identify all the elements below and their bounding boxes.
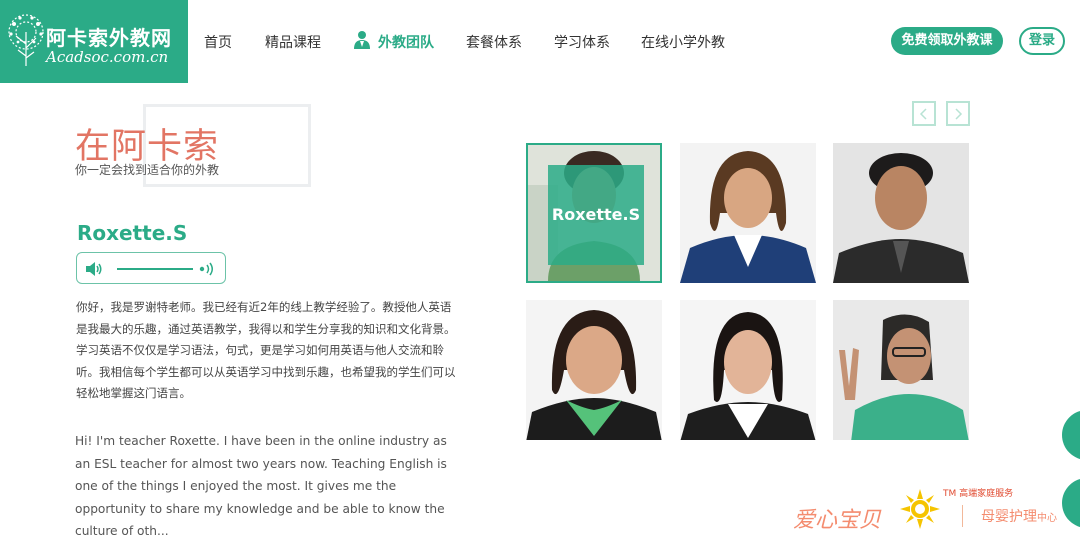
- gallery-prev-button[interactable]: [912, 101, 936, 126]
- watermark-tagline: TM 高端家庭服务: [943, 489, 1014, 499]
- nav-item-teachers[interactable]: 外教团队: [378, 32, 434, 52]
- teacher-bio-chinese: 你好，我是罗谢特老师。我已经有近2年的线上教学经验了。教授他人英语是我最大的乐趣…: [76, 300, 456, 400]
- watermark-divider: [962, 505, 963, 527]
- speaker-icon[interactable]: [85, 261, 103, 277]
- chevron-left-icon: [919, 108, 927, 120]
- page-subtitle: 你一定会找到适合你的外教: [75, 163, 220, 177]
- brand-name: 阿卡索外教网: [46, 26, 172, 50]
- teacher-photo-roxette[interactable]: Roxette.S: [526, 143, 662, 283]
- nav-item-courses[interactable]: 精品课程: [265, 32, 321, 52]
- nav-item-learning-system[interactable]: 学习体系: [554, 32, 610, 52]
- teacher-portrait: [833, 300, 969, 440]
- nav-item-primary-school[interactable]: 在线小学外教: [641, 32, 725, 52]
- watermark-service: 母婴护理中心: [981, 506, 1057, 526]
- teacher-bio-english: Hi! I'm teacher Roxette. I have been in …: [75, 434, 447, 537]
- side-float-button[interactable]: [1062, 410, 1080, 460]
- nav-item-packages[interactable]: 套餐体系: [466, 32, 522, 52]
- nav-item-home[interactable]: 首页: [204, 32, 232, 52]
- teacher-name: Roxette.S: [77, 221, 188, 245]
- brand-domain: Acadsoc.com.cn: [46, 48, 169, 66]
- teacher-photo-5[interactable]: [680, 300, 816, 440]
- tree-logo-icon: [8, 14, 44, 66]
- teacher-photo-2[interactable]: [680, 143, 816, 283]
- watermark-service-small: 中心: [1037, 513, 1057, 524]
- chevron-right-icon: [955, 108, 963, 120]
- gallery-next-button[interactable]: [946, 101, 970, 126]
- audio-player[interactable]: [76, 252, 226, 284]
- teacher-portrait: [680, 300, 816, 440]
- free-trial-button[interactable]: 免费领取外教课: [891, 27, 1003, 55]
- watermark-service-main: 母婴护理: [981, 509, 1037, 525]
- sound-wave-icon: [199, 262, 213, 276]
- teacher-portrait: [526, 300, 662, 440]
- teacher-portrait: [680, 143, 816, 283]
- teacher-photo-6[interactable]: [833, 300, 969, 440]
- watermark-text: 爱心宝贝: [793, 508, 882, 533]
- teacher-portrait: [833, 143, 969, 283]
- side-float-button-2[interactable]: [1062, 478, 1080, 528]
- teacher-icon: [354, 31, 370, 49]
- audio-progress-track[interactable]: [117, 268, 193, 270]
- site-logo[interactable]: 阿卡索外教网 Acadsoc.com.cn: [0, 0, 188, 83]
- login-button[interactable]: 登录: [1019, 27, 1065, 55]
- teacher-photo-4[interactable]: [526, 300, 662, 440]
- teacher-photo-3[interactable]: [833, 143, 969, 283]
- selected-teacher-label: Roxette.S: [548, 165, 644, 265]
- sun-logo-icon: [900, 489, 940, 529]
